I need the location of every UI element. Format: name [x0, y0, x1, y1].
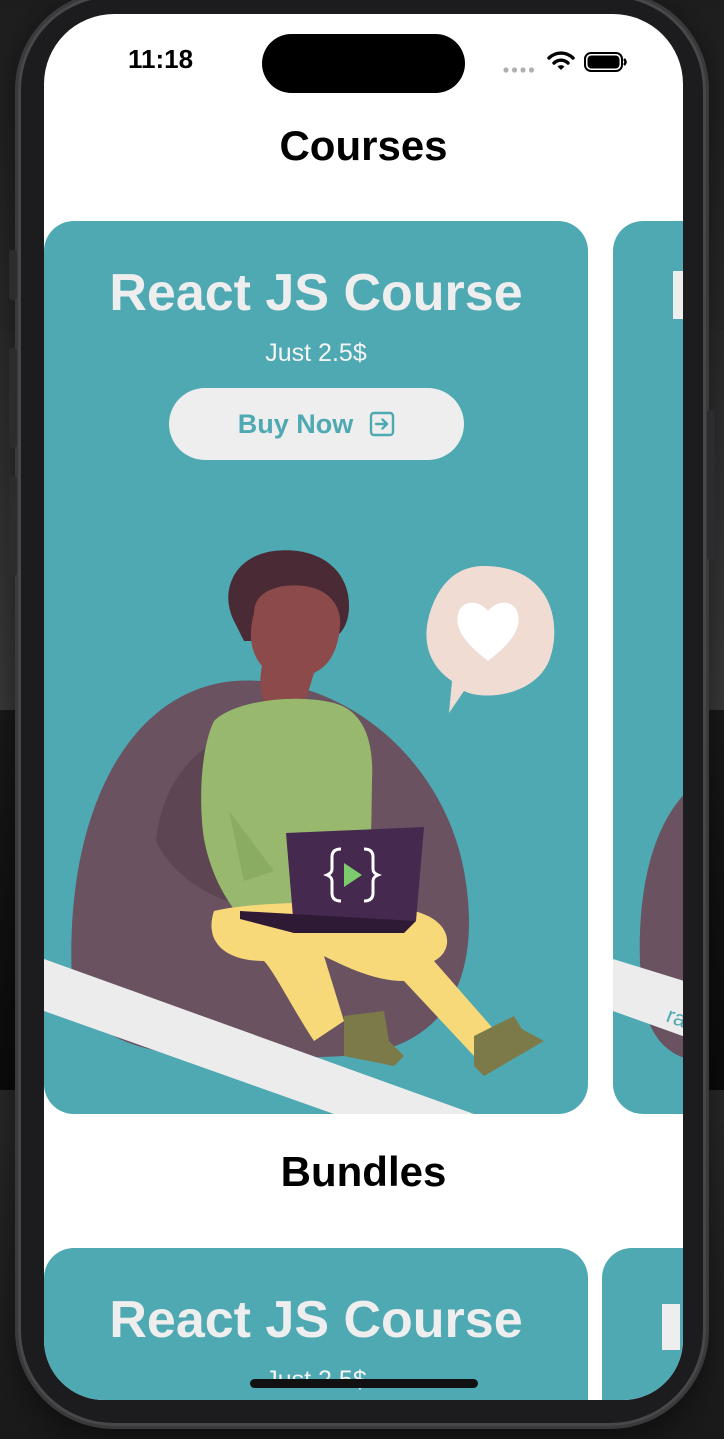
course-card-next[interactable]: ra: [613, 221, 683, 1114]
volume-down-button: [9, 476, 17, 576]
battery-icon: [584, 52, 627, 72]
bundle-card[interactable]: React JS Course Just 2.5$: [44, 1248, 588, 1400]
wifi-icon: [547, 51, 575, 70]
status-time: 11:18: [128, 44, 194, 74]
bundles-title: Bundles: [280, 1148, 447, 1195]
course-card-next-art: ra: [613, 271, 683, 1058]
bundle-card-next-art: [662, 1304, 680, 1350]
signal-dots-icon: [503, 67, 535, 73]
dynamic-island: [262, 34, 465, 93]
page-title: Courses: [279, 122, 448, 169]
app-screen: 11:18 Courses React JS Course Just 2.5$ …: [44, 14, 683, 1400]
action-button: [9, 250, 17, 300]
bundle-card-next[interactable]: [602, 1248, 683, 1400]
course-illustration: [44, 550, 555, 1114]
bundle-card-title: React JS Course: [109, 1291, 523, 1349]
home-indicator: [250, 1379, 478, 1388]
volume-up-button: [9, 348, 17, 448]
course-card[interactable]: React JS Course Just 2.5$ Buy Now rajpal…: [44, 221, 588, 1114]
power-button: [707, 410, 715, 560]
